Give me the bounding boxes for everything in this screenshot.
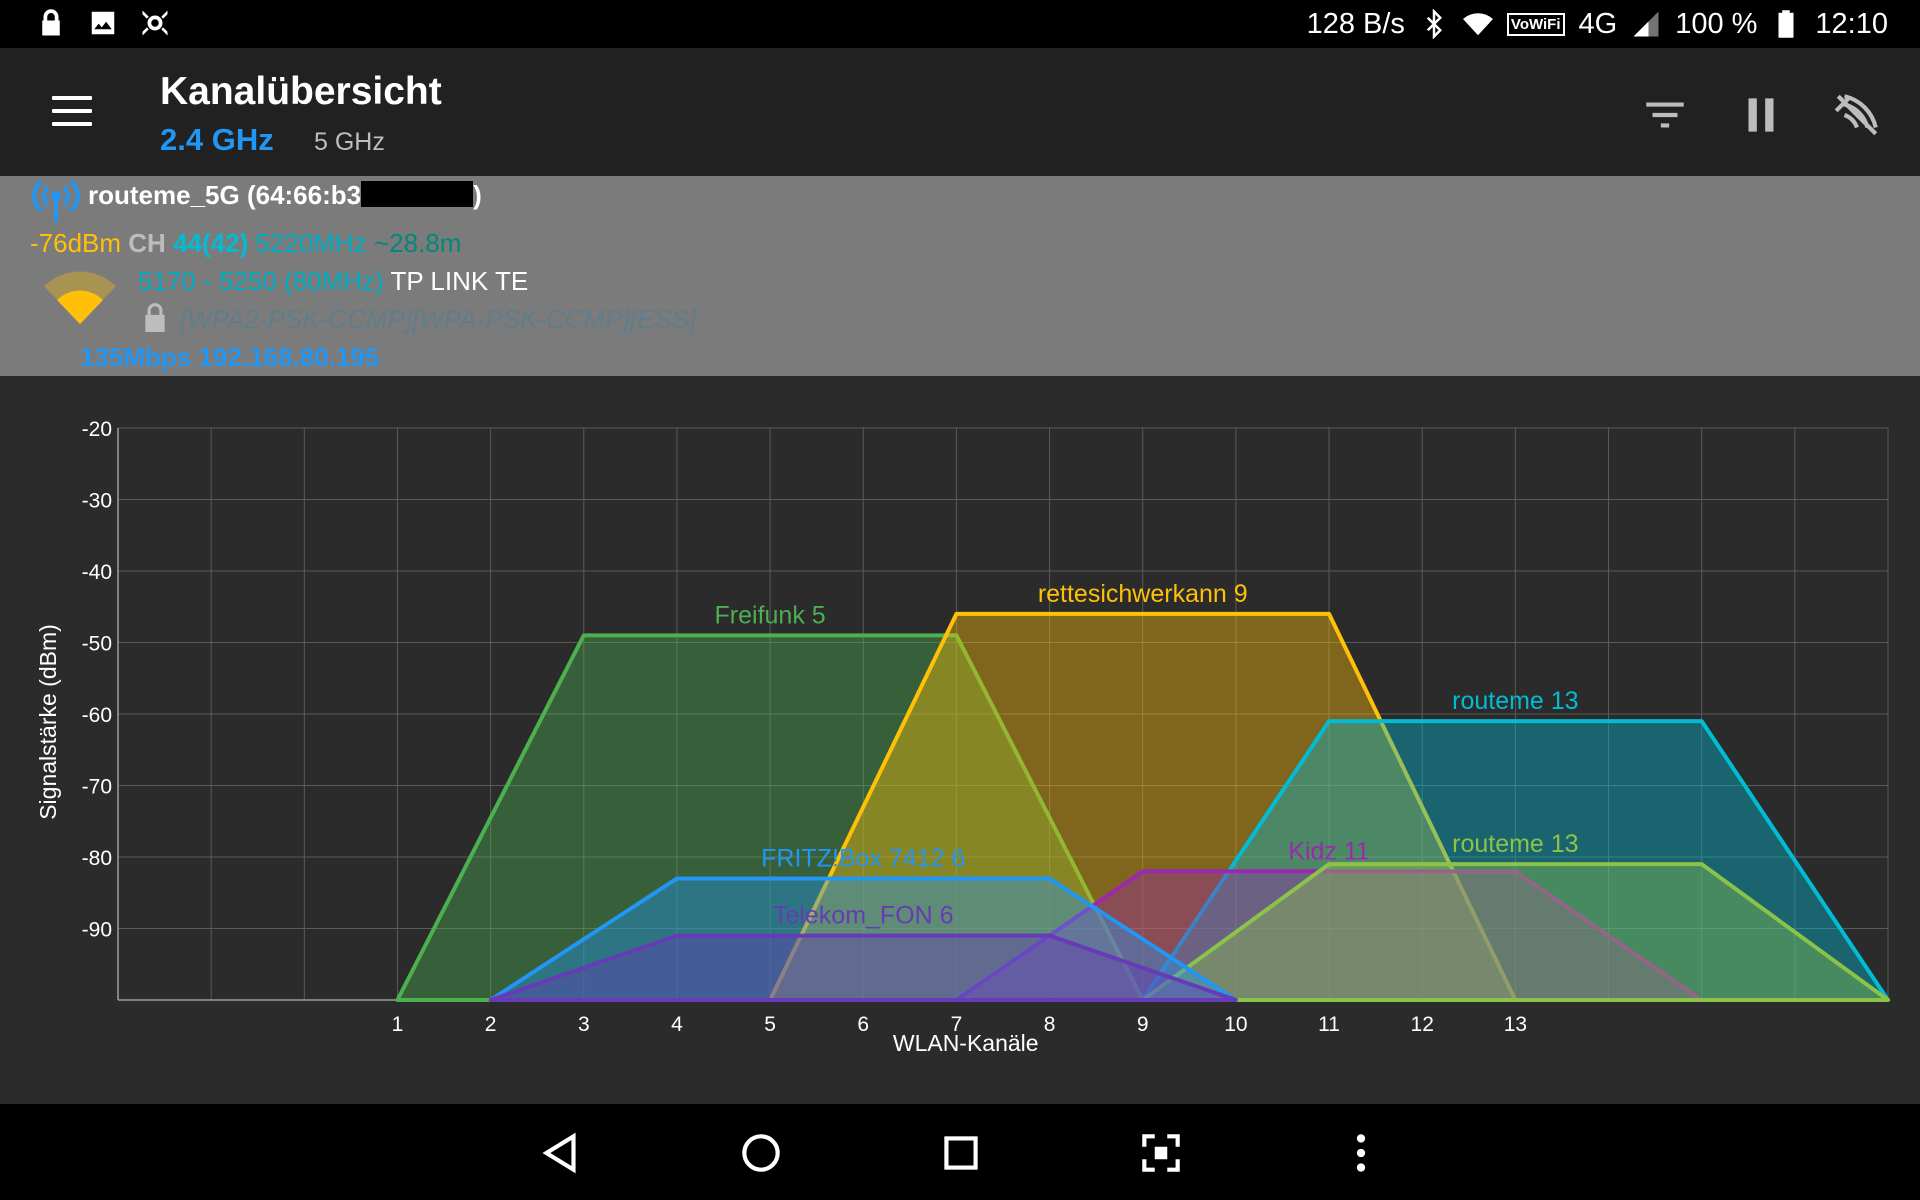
y-tick-label: -60 bbox=[82, 704, 112, 727]
more-icon[interactable] bbox=[1336, 1128, 1386, 1178]
cell-signal-icon bbox=[1633, 11, 1659, 37]
vowifi-badge: VoWiFi bbox=[1506, 12, 1565, 36]
navigation-bar bbox=[0, 1104, 1920, 1200]
screenshot-icon[interactable] bbox=[1136, 1128, 1186, 1178]
distance: ~28.8m bbox=[373, 228, 462, 258]
battery-level: 100 % bbox=[1675, 7, 1758, 40]
net-speed: 128 B/s bbox=[1306, 7, 1405, 40]
network-label: rettesichwerkann 9 bbox=[1038, 580, 1248, 608]
x-tick-label: 13 bbox=[1504, 1013, 1527, 1036]
menu-icon[interactable] bbox=[52, 96, 92, 126]
signal-row: -76dBm CH 44(42) 5220MHz ~28.8m bbox=[30, 228, 462, 258]
wifi-icon bbox=[1462, 13, 1493, 36]
network-label: routeme 13 bbox=[1452, 687, 1578, 715]
bug-icon bbox=[142, 10, 168, 36]
x-tick-label: 5 bbox=[764, 1013, 776, 1036]
network-label: routeme 13 bbox=[1452, 830, 1578, 858]
filter-icon[interactable] bbox=[1640, 90, 1690, 140]
network-label: Telekom_FON 6 bbox=[773, 902, 954, 930]
status-bar: 128 B/s VoWiFi 4G 100 % 12:10 bbox=[0, 0, 1920, 48]
y-tick-label: -50 bbox=[82, 633, 112, 656]
y-axis-label: Signalstärke (dBm) bbox=[35, 624, 61, 820]
app-bar: Kanalübersicht 2.4 GHz 5 GHz bbox=[0, 48, 1920, 176]
y-tick-label: -40 bbox=[82, 561, 112, 584]
network-label: Kidz 11 bbox=[1288, 837, 1370, 865]
vendor: TP LINK TE bbox=[390, 266, 529, 296]
tab-5-ghz[interactable]: 5 GHz bbox=[314, 128, 385, 157]
network-label: Freifunk 5 bbox=[715, 601, 826, 629]
back-icon[interactable] bbox=[536, 1128, 586, 1178]
channel: 44(42) bbox=[173, 228, 249, 258]
x-tick-label: 8 bbox=[1044, 1013, 1056, 1036]
frequency-range-row: 5170 - 5250 (80MHz) TP LINK TE bbox=[138, 266, 528, 297]
y-tick-label: -70 bbox=[82, 776, 112, 799]
image-icon bbox=[91, 11, 115, 35]
x-tick-label: 4 bbox=[671, 1013, 683, 1036]
battery-icon bbox=[1778, 10, 1794, 38]
y-tick-label: -90 bbox=[82, 919, 112, 942]
network-label: FRITZ!Box 7412 6 bbox=[761, 844, 965, 872]
y-tick-label: -30 bbox=[82, 490, 112, 513]
x-tick-label: 10 bbox=[1224, 1013, 1247, 1036]
connected-network: routeme_5G (64:66:b3) bbox=[88, 180, 482, 210]
x-tick-label: 9 bbox=[1137, 1013, 1149, 1036]
security-capabilities: [WPA2-PSK-CCMP][WPA-PSK-CCMP][ESS] bbox=[180, 304, 697, 334]
y-tick-label: -20 bbox=[82, 418, 112, 441]
wifi-strength-icon bbox=[44, 271, 116, 324]
page-title: Kanalübersicht bbox=[160, 70, 442, 113]
channel-chart: -20 -30 -40 -50 -60 -70 -80 -90 1 2 3 4 5 6 7 8 9 10 11 12 1… bbox=[0, 376, 1920, 1104]
clock: 12:10 bbox=[1815, 7, 1888, 40]
x-tick-label: 11 bbox=[1318, 1013, 1340, 1036]
frequency: 5220MHz bbox=[255, 228, 367, 258]
x-tick-label: 12 bbox=[1411, 1013, 1434, 1036]
tab-2-4-ghz[interactable]: 2.4 GHz bbox=[160, 122, 274, 158]
x-tick-label: 6 bbox=[857, 1013, 869, 1036]
access-point-icon bbox=[32, 179, 80, 222]
home-icon[interactable] bbox=[736, 1128, 786, 1178]
connection-panel[interactable]: routeme_5G (64:66:b3) -76dBm CH 44(42) 5… bbox=[0, 176, 1920, 376]
signal-strength: -76dBm bbox=[30, 228, 122, 258]
wifi-scan-icon[interactable] bbox=[1832, 90, 1882, 140]
x-tick-label: 2 bbox=[485, 1013, 497, 1036]
lock-icon bbox=[42, 9, 60, 36]
channel-graph: -20-30-40-50-60-70-80-901 2 3 4 5 6 7 8 9 10 11 12 1… bbox=[35, 418, 1890, 1056]
pause-icon[interactable] bbox=[1736, 90, 1786, 140]
bluetooth-icon bbox=[1426, 9, 1442, 39]
ssid: routeme_5G (64:66:b3 bbox=[88, 180, 362, 210]
security-lock-icon bbox=[145, 303, 165, 332]
network-type: 4G bbox=[1578, 7, 1618, 40]
recents-icon[interactable] bbox=[936, 1128, 986, 1178]
redacted-mac bbox=[361, 181, 474, 207]
x-tick-label: 3 bbox=[578, 1013, 590, 1036]
frequency-range: 5170 - 5250 (80MHz) bbox=[138, 266, 384, 296]
x-axis-label: WLAN-Kanäle bbox=[893, 1030, 1039, 1056]
link-info: 135Mbps 192.168.80.195 bbox=[80, 342, 380, 372]
x-tick-label: 1 bbox=[392, 1013, 404, 1036]
y-tick-label: -80 bbox=[82, 847, 112, 870]
